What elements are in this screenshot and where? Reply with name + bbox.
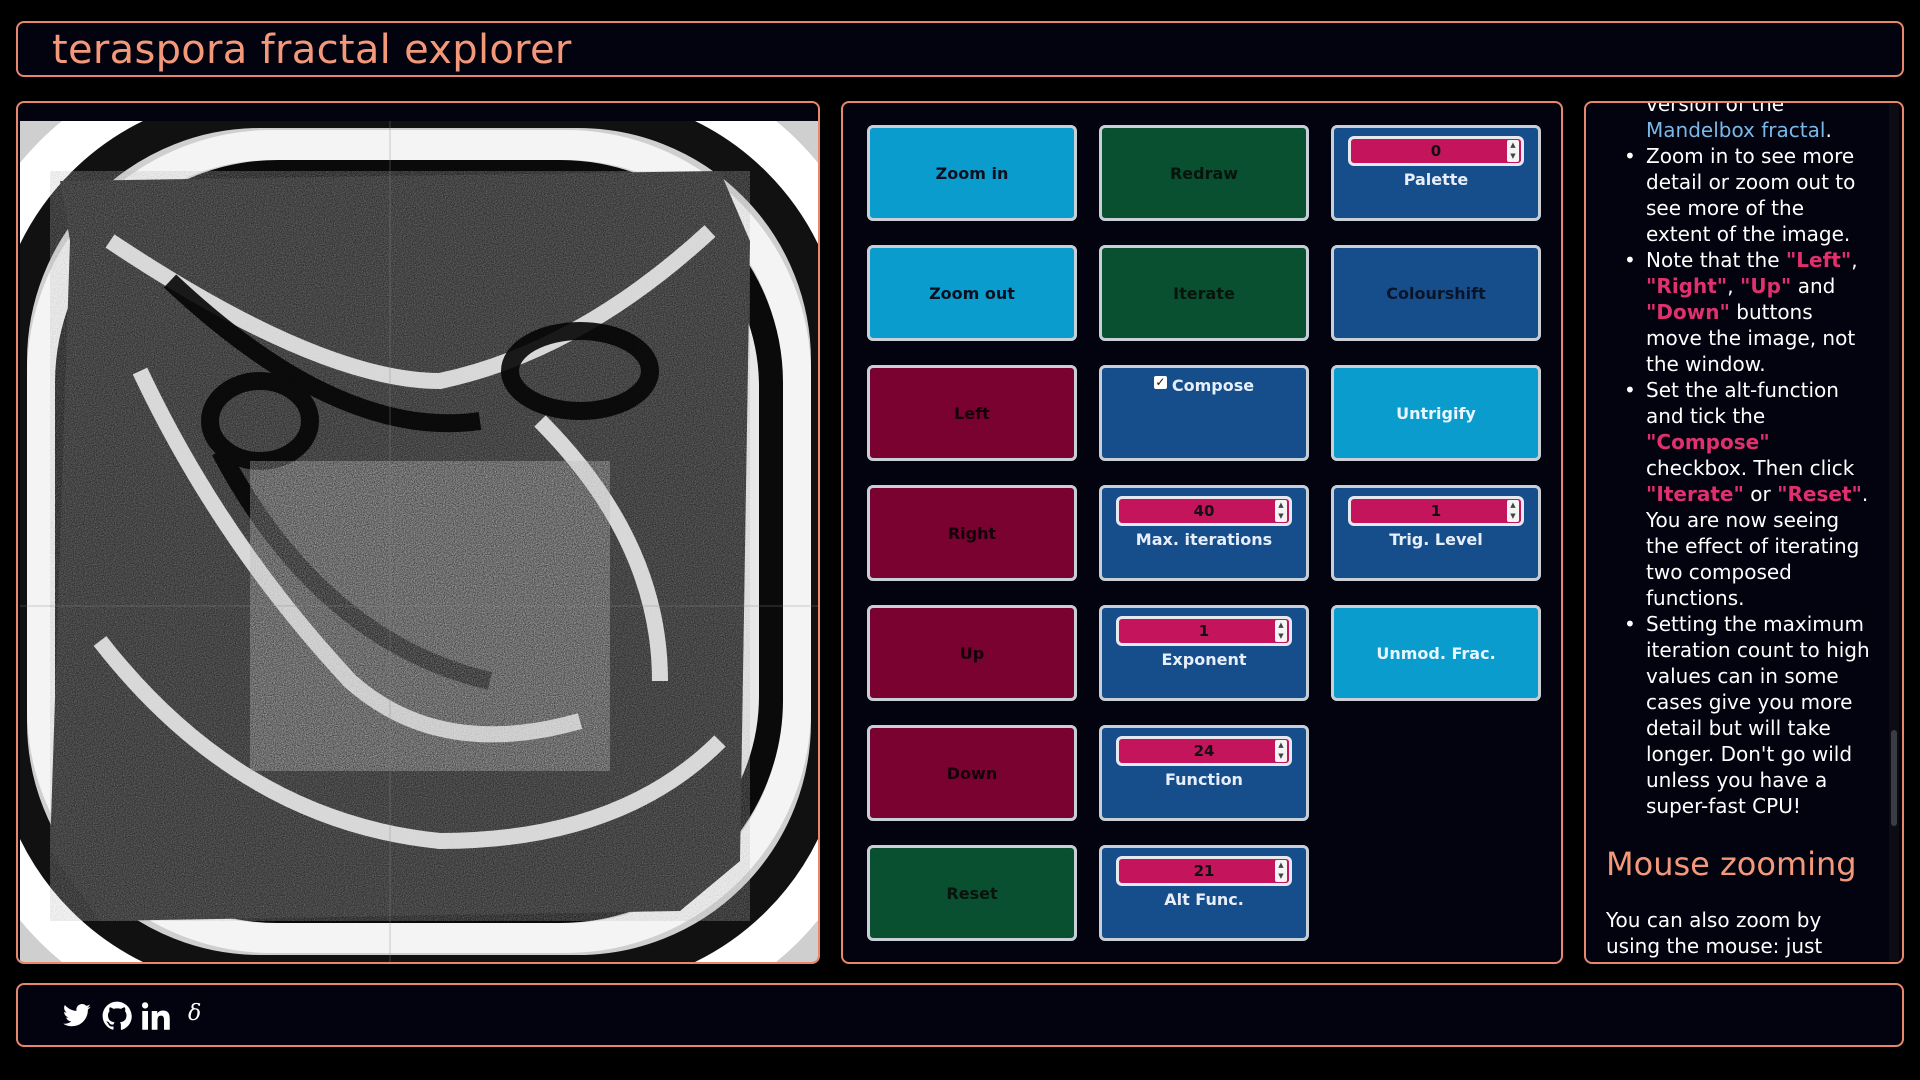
info-text: Zoom in to see more detail or zoom out t… (1646, 144, 1856, 246)
fractal-canvas-panel (16, 101, 820, 964)
max-iterations-label: Max. iterations (1135, 530, 1273, 549)
linkedin-icon[interactable] (142, 1001, 172, 1031)
mandelbox-link[interactable]: Mandelbox fractal (1646, 118, 1825, 142)
zoom-in-button[interactable]: Zoom in (867, 125, 1077, 221)
header-bar: teraspora fractal explorer (16, 21, 1904, 77)
trig-level-stepper[interactable]: ▲ ▼ (1507, 500, 1519, 522)
iterate-label: Iterate (1173, 283, 1235, 303)
function-control: ▲▼ Function (1099, 725, 1309, 821)
mouse-zooming-text: You can also zoom by using the mouse: ju… (1606, 908, 1823, 958)
info-scrollbar[interactable] (1889, 103, 1899, 962)
sigma-icon[interactable]: 𝛿 (188, 1001, 201, 1031)
info-text: , (1851, 248, 1858, 272)
trig-level-label: Trig. Level (1389, 530, 1483, 549)
left-label: Left (954, 403, 990, 423)
exponent-input[interactable]: ▲▼ (1116, 616, 1292, 646)
function-field[interactable] (1129, 742, 1279, 760)
footer-bar: 𝛿 (16, 983, 1904, 1047)
left-button[interactable]: Left (867, 365, 1077, 461)
function-label: Function (1165, 770, 1243, 789)
highlight-up: "Up" (1739, 274, 1792, 298)
fractal-canvas[interactable] (20, 121, 818, 962)
colourshift-label: Colourshift (1386, 283, 1486, 303)
info-panel: version of the Mandelbox fractal. Zoom i… (1584, 101, 1904, 964)
iterate-button[interactable]: Iterate (1099, 245, 1309, 341)
palette-control: ▲▼ Palette (1331, 125, 1541, 221)
github-icon[interactable] (102, 1001, 132, 1031)
info-text: Set the alt-function and tick the (1646, 378, 1839, 428)
info-text: . (1825, 118, 1832, 142)
highlight-iterate: "Iterate" (1646, 482, 1744, 506)
list-item: Set the alt-function and tick the "Compo… (1624, 377, 1872, 611)
palette-field[interactable] (1361, 142, 1511, 160)
list-item: Note that the "Left", "Right", "Up" and … (1624, 247, 1872, 377)
untrigify-button[interactable]: Untrigify (1331, 365, 1541, 461)
twitter-icon[interactable] (62, 1001, 92, 1031)
alt-func-control: ▲▼ Alt Func. (1099, 845, 1309, 941)
info-text: Note that the (1646, 248, 1786, 272)
down-label: Down (946, 763, 998, 783)
exponent-stepper[interactable]: ▲ ▼ (1275, 620, 1287, 642)
highlight-down: "Down" (1646, 300, 1730, 324)
list-item: Zoom in to see more detail or zoom out t… (1624, 143, 1872, 247)
compose-control[interactable]: ✓ Compose (1099, 365, 1309, 461)
reset-button[interactable]: Reset (867, 845, 1077, 941)
exponent-field[interactable] (1129, 622, 1279, 640)
info-text: and (1791, 274, 1836, 298)
function-input[interactable]: ▲▼ (1116, 736, 1292, 766)
info-text: , (1727, 274, 1740, 298)
info-text: or (1743, 482, 1778, 506)
palette-stepper[interactable]: ▲ ▼ (1507, 140, 1519, 162)
right-label: Right (947, 523, 997, 543)
info-list: version of the Mandelbox fractal. Zoom i… (1586, 103, 1886, 819)
info-scrollbar-thumb[interactable] (1891, 730, 1897, 826)
alt-func-label: Alt Func. (1164, 890, 1244, 909)
highlight-compose: "Compose" (1646, 430, 1770, 454)
trig-level-field[interactable] (1361, 502, 1511, 520)
info-text: version of the (1646, 103, 1785, 116)
max-iterations-stepper[interactable]: ▲ ▼ (1275, 500, 1287, 522)
up-button[interactable]: Up (867, 605, 1077, 701)
info-scroll-area[interactable]: version of the Mandelbox fractal. Zoom i… (1586, 103, 1886, 962)
info-text: checkbox. Then click (1646, 456, 1855, 480)
highlight-right: "Right" (1646, 274, 1728, 298)
alt-func-stepper[interactable]: ▲ ▼ (1275, 860, 1287, 882)
max-iterations-input[interactable]: ▲▼ (1116, 496, 1292, 526)
trig-level-input[interactable]: ▲▼ (1348, 496, 1524, 526)
colourshift-button[interactable]: Colourshift (1331, 245, 1541, 341)
right-button[interactable]: Right (867, 485, 1077, 581)
controls-panel: Zoom in Zoom out Left Right Up Down Rese… (841, 101, 1563, 964)
palette-input[interactable]: ▲▼ (1348, 136, 1524, 166)
info-text: Setting the maximum iteration count to h… (1646, 612, 1870, 818)
alt-func-input[interactable]: ▲▼ (1116, 856, 1292, 886)
exponent-label: Exponent (1161, 650, 1247, 669)
highlight-reset: "Reset" (1777, 482, 1862, 506)
alt-func-field[interactable] (1129, 862, 1279, 880)
max-iterations-field[interactable] (1129, 502, 1279, 520)
compose-checkbox[interactable]: ✓ (1153, 376, 1167, 389)
trig-level-control: ▲▼ Trig. Level (1331, 485, 1541, 581)
highlight-left: "Left" (1785, 248, 1852, 272)
zoom-out-button[interactable]: Zoom out (867, 245, 1077, 341)
app-title: teraspora fractal explorer (52, 27, 572, 73)
list-item: version of the Mandelbox fractal. (1646, 103, 1872, 143)
exponent-control: ▲▼ Exponent (1099, 605, 1309, 701)
mouse-zooming-heading: Mouse zooming (1606, 845, 1857, 883)
zoom-in-label: Zoom in (935, 163, 1009, 183)
up-label: Up (959, 643, 985, 663)
reset-label: Reset (946, 883, 998, 903)
unmod-frac-label: Unmod. Frac. (1376, 643, 1496, 663)
list-item: Setting the maximum iteration count to h… (1624, 611, 1872, 819)
compose-label: Compose (1171, 376, 1255, 395)
zoom-out-label: Zoom out (929, 283, 1015, 303)
redraw-button[interactable]: Redraw (1099, 125, 1309, 221)
unmod-frac-button[interactable]: Unmod. Frac. (1331, 605, 1541, 701)
untrigify-label: Untrigify (1396, 403, 1476, 423)
down-button[interactable]: Down (867, 725, 1077, 821)
redraw-label: Redraw (1169, 163, 1239, 183)
palette-label: Palette (1403, 170, 1469, 189)
function-stepper[interactable]: ▲ ▼ (1275, 740, 1287, 762)
max-iterations-control: ▲▼ Max. iterations (1099, 485, 1309, 581)
